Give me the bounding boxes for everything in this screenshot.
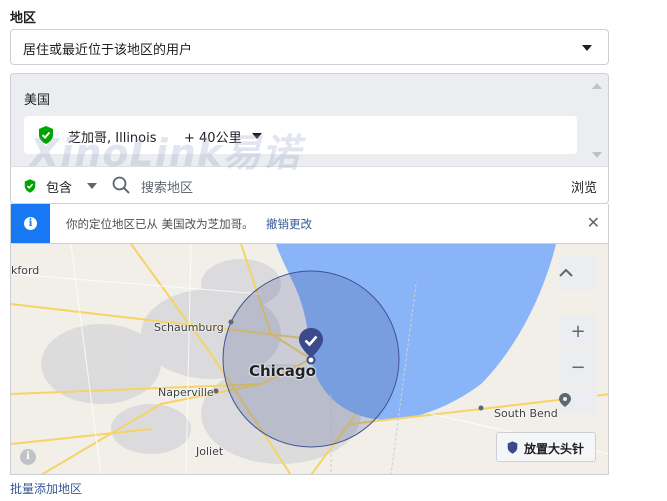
browse-link[interactable]: 浏览 [571,177,597,196]
magnifier-icon [112,176,130,198]
map-label-south-bend: South Bend [494,407,558,420]
map-label-joliet: Joliet [196,445,224,458]
info-icon[interactable]: i [20,449,36,465]
map-label-naperville: Naperville [158,386,214,399]
close-icon[interactable]: ✕ [587,213,600,232]
undo-change-link[interactable]: 撤销更改 [266,216,312,232]
location-change-notice: i 你的定位地区已从 美国改为芝加哥。 撤销更改 ✕ [10,204,609,244]
chevron-up-icon[interactable] [559,256,597,290]
bulk-add-locations-link[interactable]: 批量添加地区 [10,480,82,497]
map-label-schaumburg: Schaumburg [154,321,224,334]
notice-message: 你的定位地区已从 美国改为芝加哥。 [66,217,254,231]
audience-type-value: 居住或最近位于该地区的用户 [23,43,193,58]
include-select[interactable]: 包含 [46,177,72,196]
location-section-label: 地区 [10,11,37,26]
plus-icon[interactable]: + [559,315,597,349]
drop-pin-label: 放置大头针 [524,442,585,456]
scroll-down-arrow[interactable] [592,152,602,158]
info-icon: i [11,204,50,243]
watermark: XinoLink易诺 [30,131,302,175]
drop-pin-button[interactable]: 放置大头针 [496,432,596,462]
scroll-up-arrow[interactable] [592,83,602,89]
chevron-down-icon[interactable] [87,183,97,189]
chevron-down-icon [582,45,592,51]
pin-locate-icon[interactable] [559,387,597,413]
audience-type-select[interactable]: 居住或最近位于该地区的用户 [10,29,609,65]
location-search-input[interactable]: 搜索地区 [141,177,193,196]
country-heading: 美国 [24,93,51,108]
map-label-rockford: kford [11,264,40,277]
minus-icon[interactable]: − [559,351,597,385]
map-label-chicago: Chicago [249,362,316,380]
location-map[interactable]: kford Schaumburg Naperville Chicago Joli… [10,244,609,475]
green-shield-check-icon [24,178,36,197]
